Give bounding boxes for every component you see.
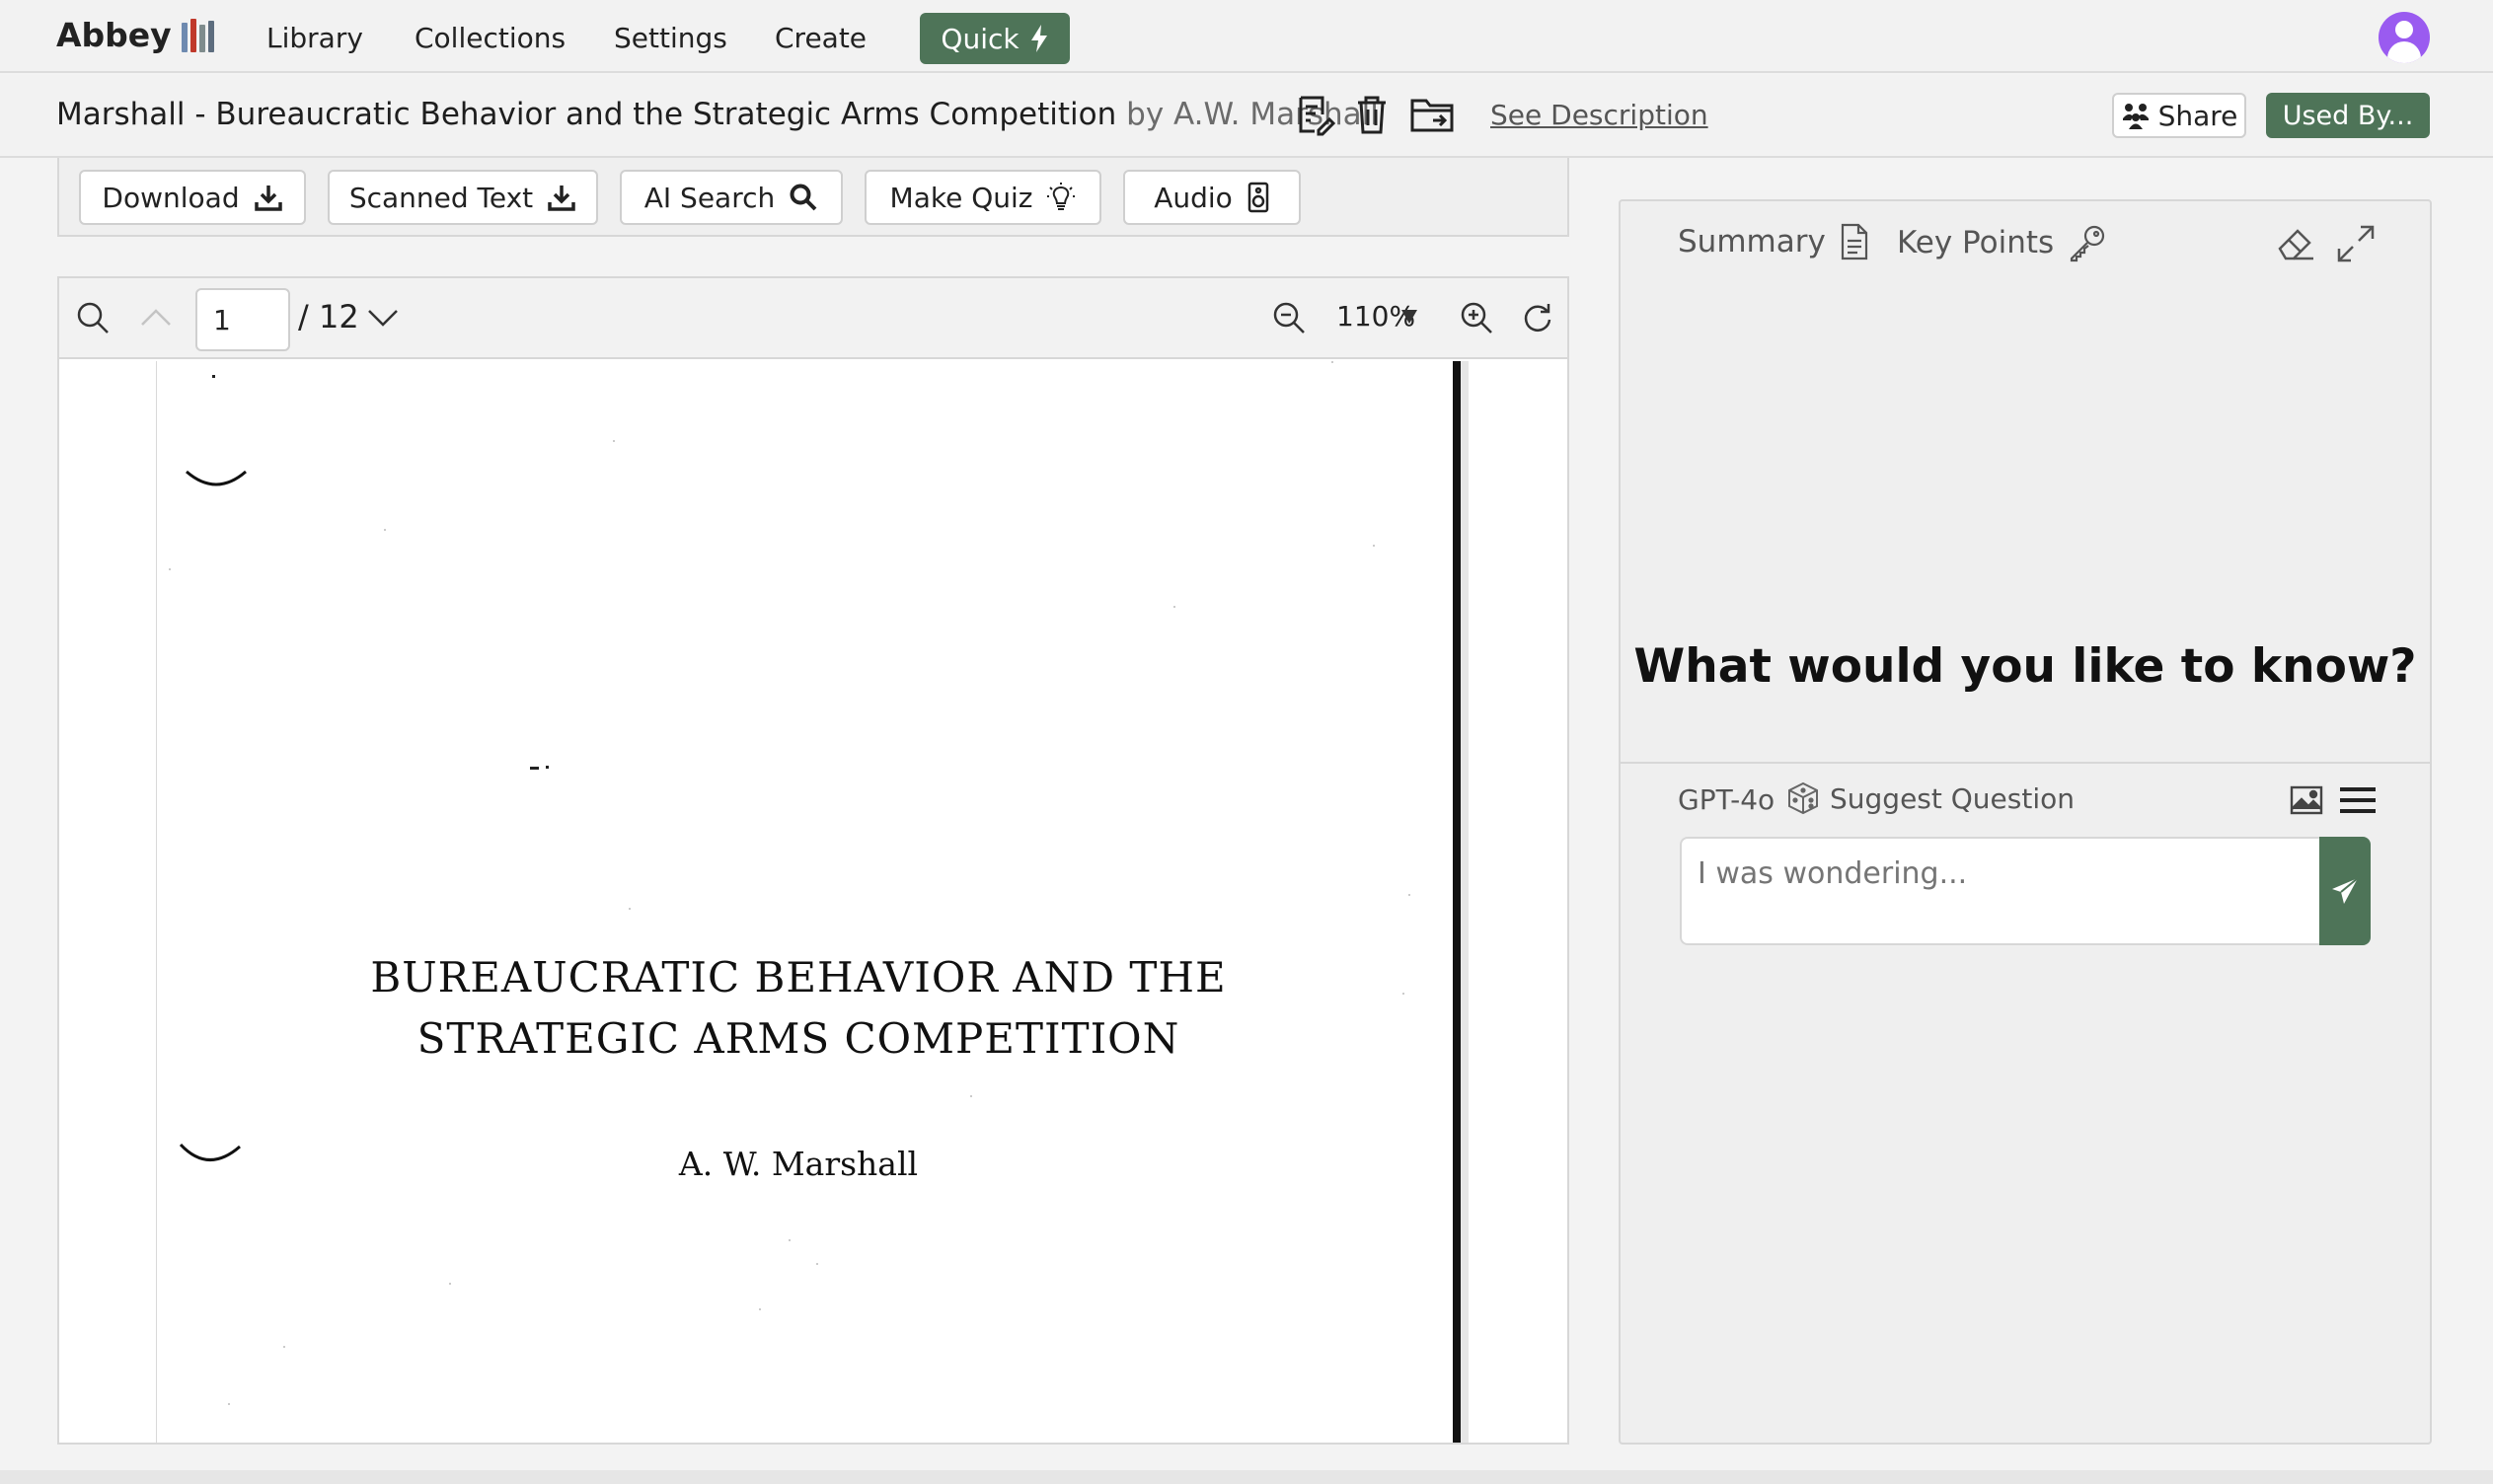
tab-summary-label: Summary: [1678, 224, 1826, 260]
document-icon: [1841, 223, 1867, 260]
used-by-button[interactable]: Used By...: [2266, 93, 2430, 138]
nav-link-settings[interactable]: Settings: [614, 22, 727, 54]
brand[interactable]: Abbey: [56, 16, 214, 54]
document-title: Marshall - Bureaucratic Behavior and the…: [56, 97, 1117, 132]
lightning-icon: [1030, 25, 1047, 52]
search-icon[interactable]: [71, 296, 114, 339]
magnifier-icon: [790, 184, 817, 211]
download-button-label: Download: [102, 181, 240, 214]
pdf-page: BUREAUCRATIC BEHAVIOR AND THE STRATEGIC …: [156, 361, 1461, 1443]
user-avatar[interactable]: [2379, 12, 2430, 63]
tab-key-points[interactable]: Key Points: [1897, 223, 2107, 262]
zoom-dropdown-icon[interactable]: [1399, 304, 1419, 330]
scanned-text-button[interactable]: Scanned Text: [328, 170, 598, 225]
document-header: Marshall - Bureaucratic Behavior and the…: [0, 75, 2493, 158]
page-total: / 12: [298, 298, 359, 335]
share-button[interactable]: Share: [2112, 93, 2246, 138]
paper-plane-icon: [2332, 877, 2359, 904]
move-folder-icon[interactable]: [1409, 93, 1454, 136]
nav-link-library[interactable]: Library: [266, 22, 363, 54]
page-number-input[interactable]: [195, 288, 290, 351]
divider: [1621, 762, 2430, 764]
ai-search-label: AI Search: [643, 181, 776, 214]
share-button-label: Share: [2157, 99, 2238, 132]
audio-button[interactable]: Audio: [1123, 170, 1301, 225]
send-button[interactable]: [2319, 837, 2371, 945]
page-title: Marshall - Bureaucratic Behavior and the…: [56, 97, 1379, 132]
quick-button-label: Quick: [941, 22, 1020, 55]
rotate-icon[interactable]: [1516, 296, 1559, 339]
page-edge: [1453, 361, 1461, 1443]
window-bottom-edge: [0, 1470, 2493, 1484]
next-page-icon[interactable]: [361, 296, 405, 339]
make-quiz-label: Make Quiz: [889, 181, 1033, 214]
used-by-label: Used By...: [2282, 100, 2414, 131]
key-icon: [2071, 225, 2105, 262]
quick-button[interactable]: Quick: [920, 13, 1070, 64]
tab-key-points-label: Key Points: [1897, 225, 2055, 260]
download-icon: [254, 186, 282, 211]
audio-label: Audio: [1154, 181, 1233, 214]
edit-document-icon[interactable]: [1293, 93, 1336, 136]
share-people-icon: [2122, 104, 2149, 129]
eraser-icon[interactable]: [2274, 221, 2319, 266]
pdf-toolbar: / 12 110%: [59, 278, 1567, 359]
brand-logo-icon: [181, 18, 214, 52]
scanned-text-label: Scanned Text: [348, 181, 534, 214]
pdf-page-area[interactable]: BUREAUCRATIC BEHAVIOR AND THE STRATEGIC …: [59, 361, 1567, 1443]
zoom-out-icon[interactable]: [1267, 296, 1311, 339]
suggest-question-button[interactable]: Suggest Question: [1786, 781, 2075, 815]
speaker-icon: [1247, 182, 1269, 213]
suggest-question-label: Suggest Question: [1830, 781, 2075, 815]
download-icon: [548, 186, 575, 211]
previous-page-icon[interactable]: [134, 296, 178, 339]
lightbulb-icon: [1047, 183, 1076, 210]
zoom-in-icon[interactable]: [1455, 296, 1498, 339]
chat-input[interactable]: [1680, 837, 2319, 945]
brand-name[interactable]: Abbey: [56, 16, 172, 54]
scan-author: A. W. Marshall: [678, 1145, 919, 1183]
expand-icon[interactable]: [2333, 221, 2379, 266]
nav-link-create[interactable]: Create: [775, 22, 867, 54]
document-author: by A.W. Marshall: [1126, 97, 1379, 132]
image-upload-icon[interactable]: [2284, 778, 2329, 823]
see-description-link[interactable]: See Description: [1490, 99, 1708, 131]
ai-chat-panel: Summary Key Points What would you like t…: [1619, 199, 2432, 1445]
menu-icon[interactable]: [2335, 778, 2380, 823]
make-quiz-button[interactable]: Make Quiz: [865, 170, 1101, 225]
top-nav: Abbey Library Collections Settings Creat…: [0, 0, 2493, 73]
dice-icon: [1788, 781, 1818, 815]
download-button[interactable]: Download: [79, 170, 306, 225]
pdf-viewer: / 12 110%: [57, 276, 1569, 1445]
model-selector[interactable]: GPT-4o: [1678, 783, 1775, 816]
scan-title-line-2: STRATEGIC ARMS COMPETITION: [416, 1014, 1180, 1063]
scan-title-line-1: BUREAUCRATIC BEHAVIOR AND THE: [370, 953, 1227, 1002]
trash-icon[interactable]: [1350, 93, 1394, 136]
document-actions-toolbar: Download Scanned Text AI Search Make Qui…: [57, 158, 1569, 237]
nav-link-collections[interactable]: Collections: [415, 22, 566, 54]
scan-mark: [186, 470, 247, 486]
ai-search-button[interactable]: AI Search: [620, 170, 843, 225]
chat-prompt-heading: What would you like to know?: [1633, 639, 2417, 694]
tab-summary[interactable]: Summary: [1678, 223, 1869, 260]
